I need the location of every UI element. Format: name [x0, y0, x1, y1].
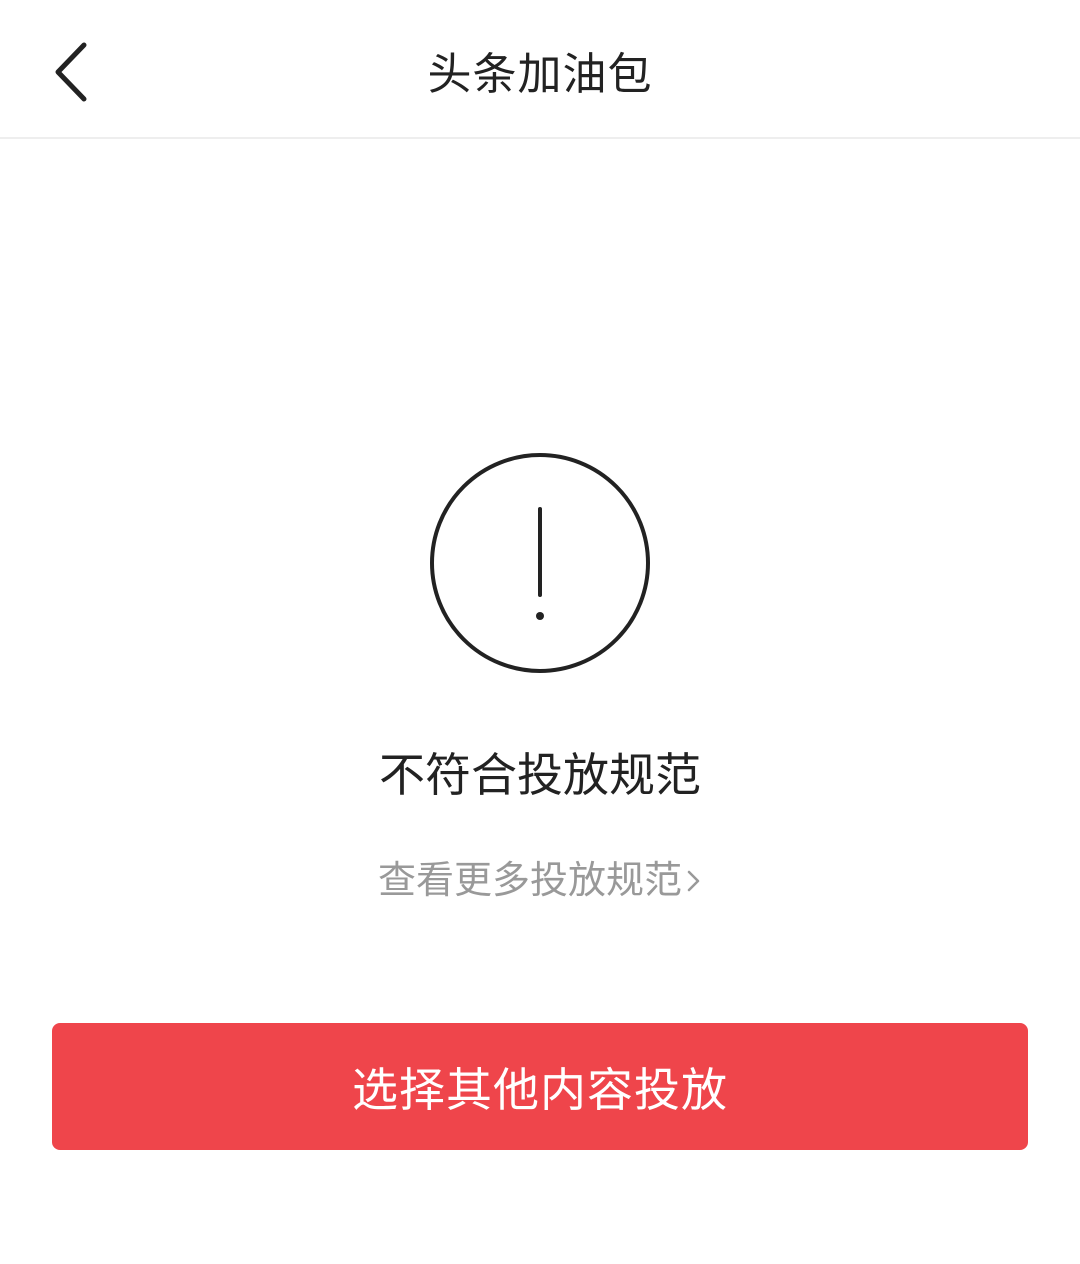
- chevron-right-icon: [686, 855, 702, 911]
- choose-other-content-button[interactable]: 选择其他内容投放: [52, 1023, 1028, 1150]
- rules-link-label: 查看更多投放规范: [377, 858, 682, 902]
- top-bar: 头条加油包: [0, 0, 1080, 139]
- screen: 头条加油包 不符合投放规范 查看更多投放规范 选择其他内容投放: [0, 0, 1080, 1264]
- view-more-rules-link[interactable]: 查看更多投放规范: [0, 852, 1080, 911]
- exclamation-circle-icon: [430, 453, 650, 673]
- status-title: 不符合投放规范: [379, 748, 701, 802]
- page-title: 头条加油包: [427, 49, 653, 100]
